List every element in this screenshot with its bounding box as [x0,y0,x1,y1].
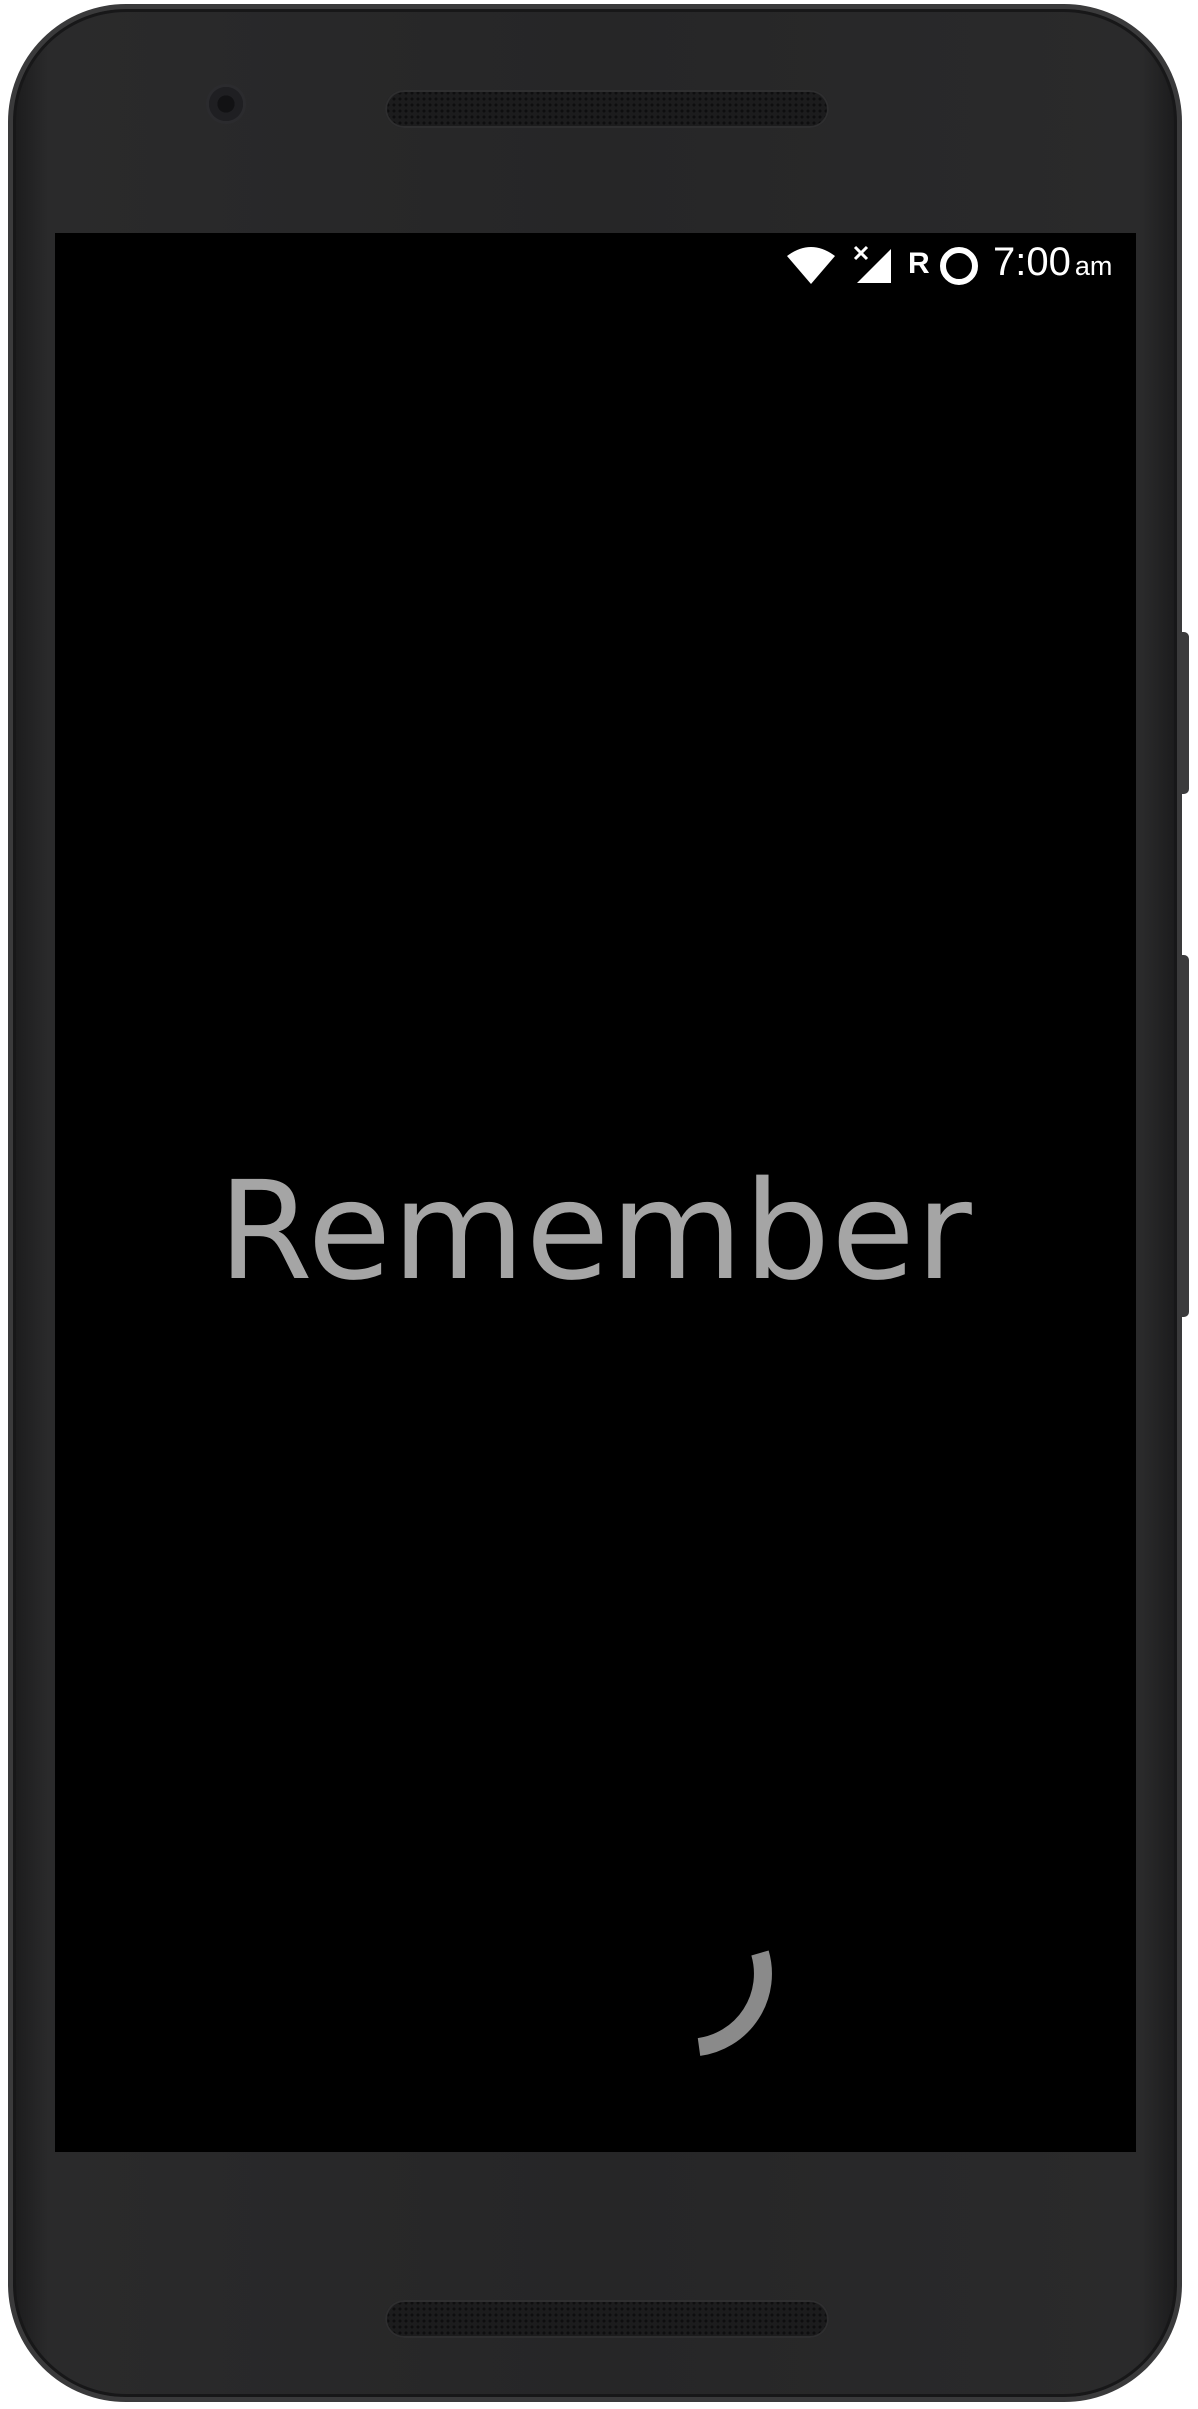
front-camera [206,84,246,124]
ring-icon [940,247,978,285]
wifi-icon [787,247,835,284]
cell-signal-no-data-icon [853,245,891,283]
status-bar: R 7:00 am [55,233,1136,305]
status-clock: 7:00 am [993,240,1112,285]
bottom-speaker [385,2300,829,2338]
clock-meridiem: am [1074,251,1113,281]
app-screen: R 7:00 am Remember [55,233,1136,2152]
power-button[interactable] [1180,632,1189,794]
earpiece-speaker [385,90,829,128]
app-title: Remember [218,1153,973,1311]
volume-rocker[interactable] [1180,955,1189,1317]
loading-spinner-icon [697,1950,772,2056]
roaming-indicator: R [908,247,930,280]
clock-time: 7:00 [993,240,1071,284]
